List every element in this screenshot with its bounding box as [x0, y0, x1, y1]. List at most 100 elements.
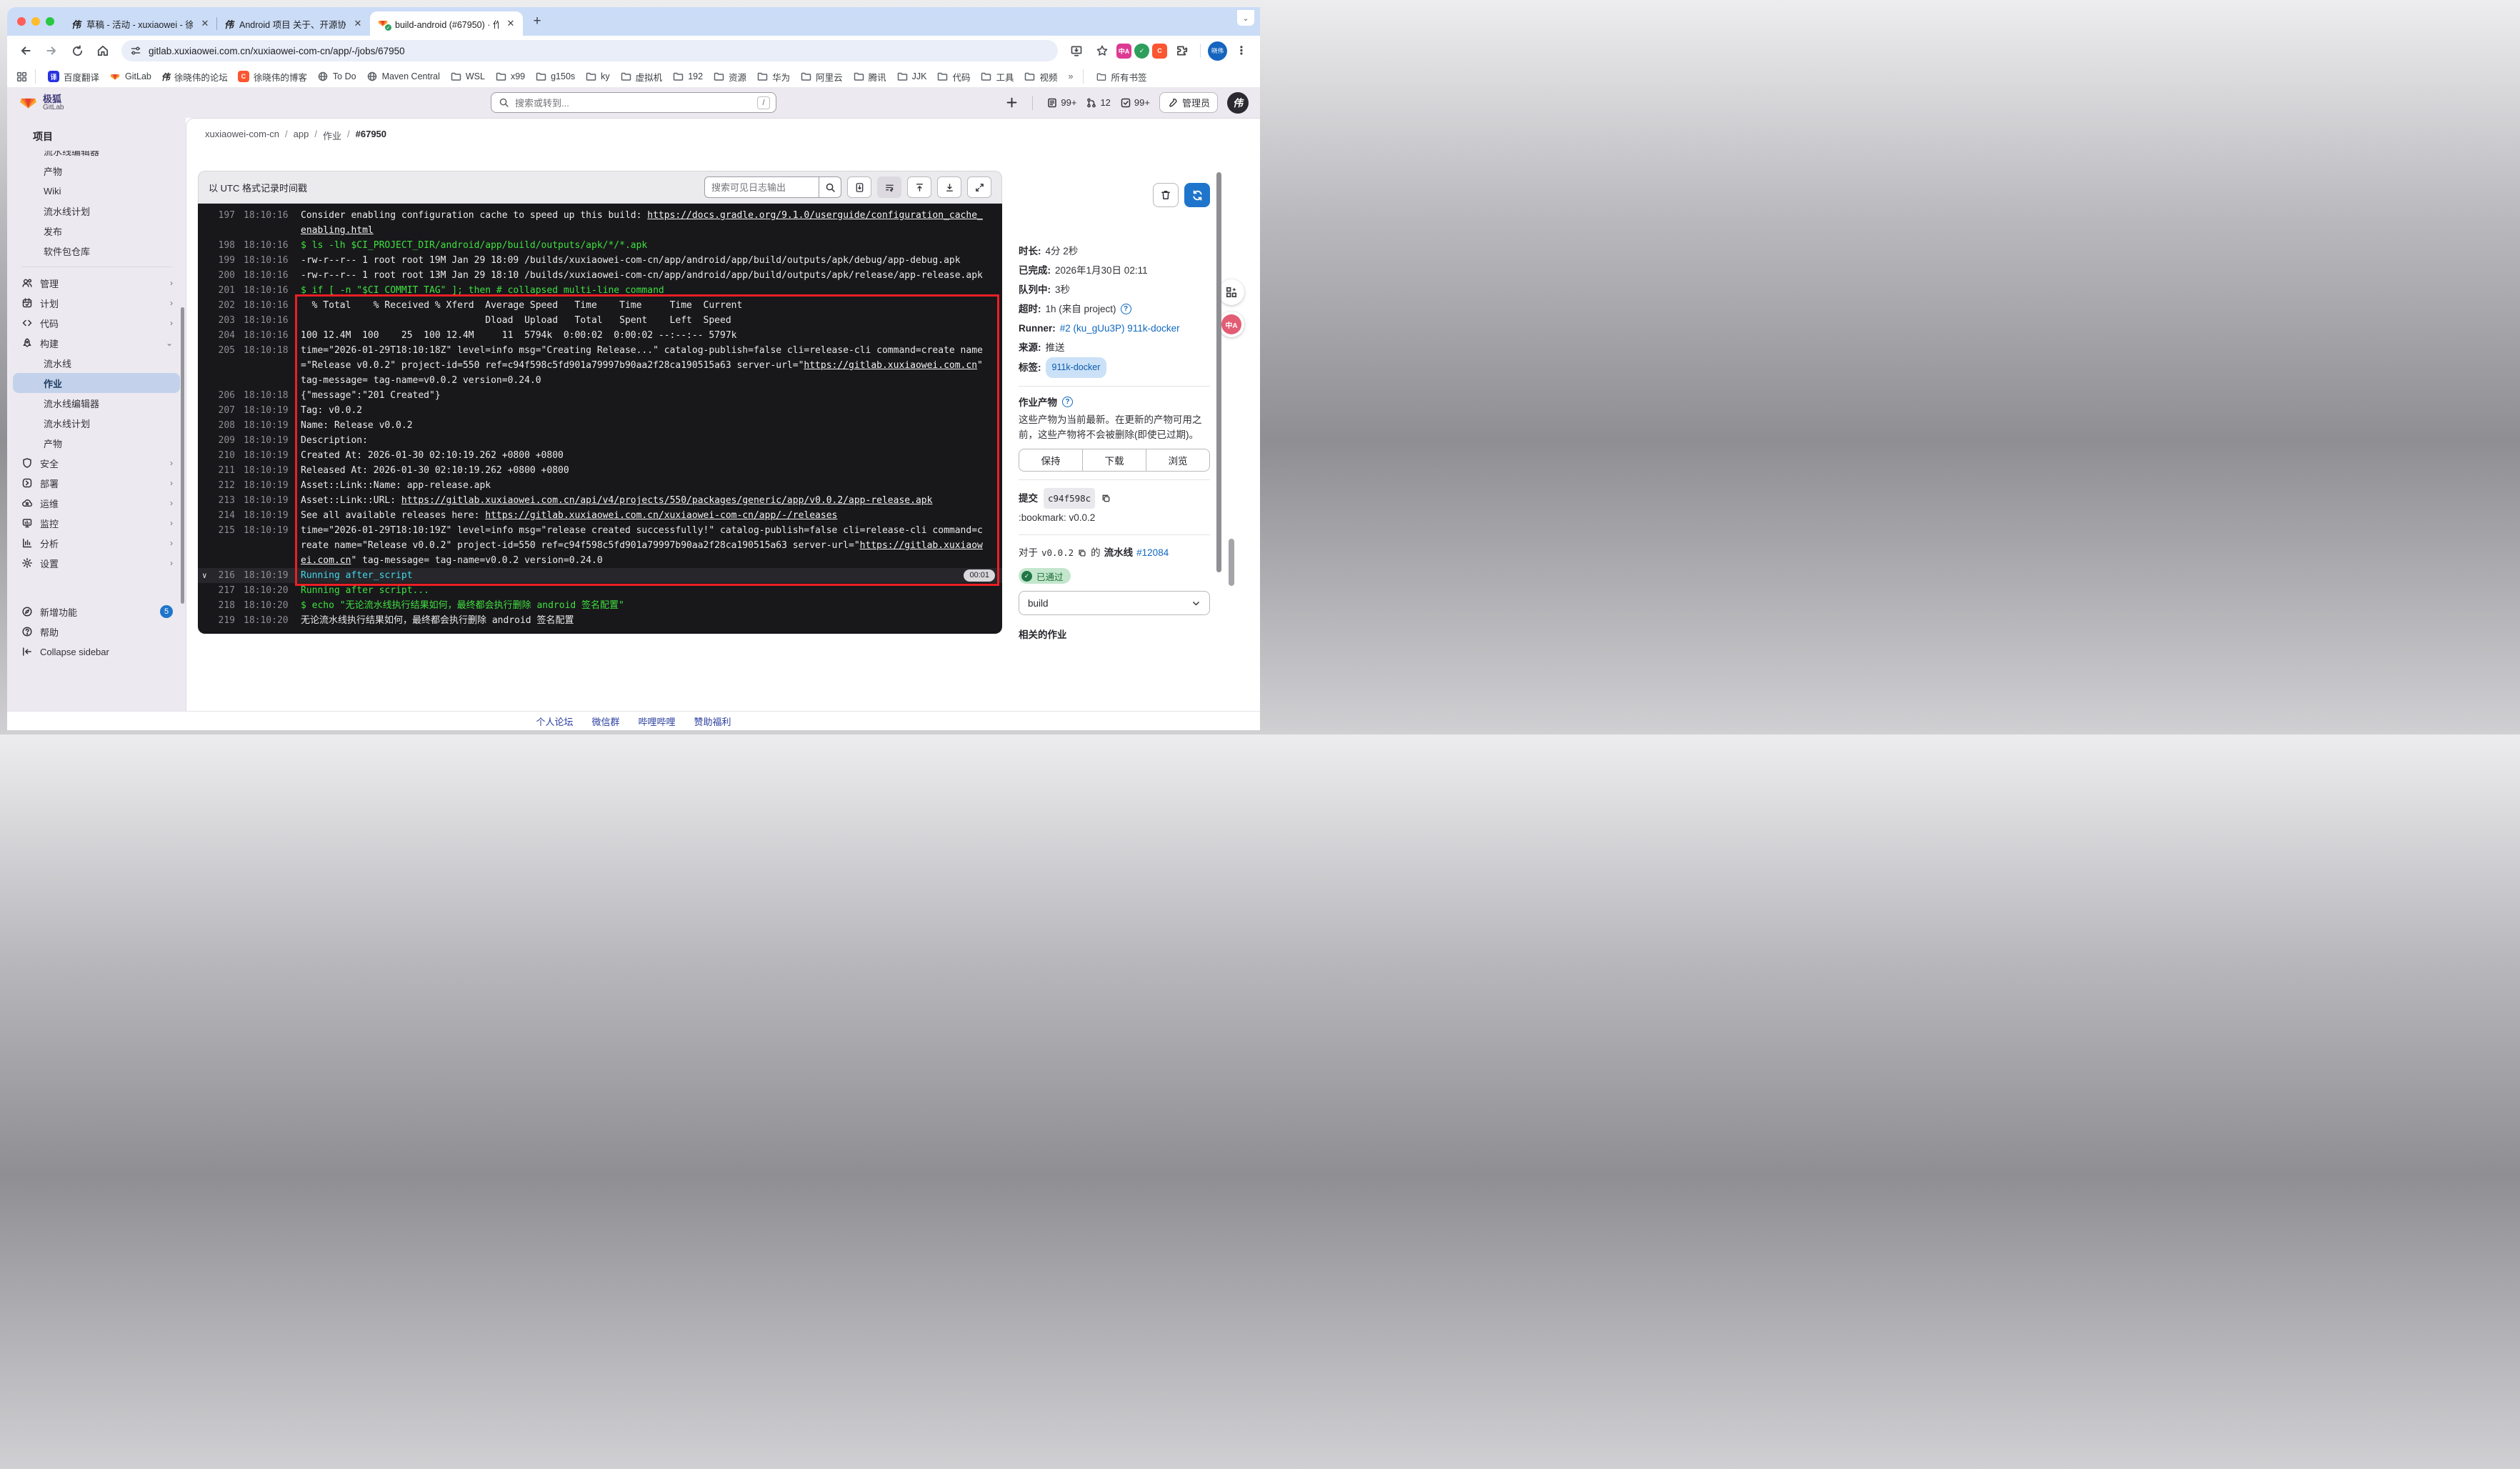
log-link[interactable]: https://gitlab.xuxiaowei.com.cn/xuxiaowe…: [485, 510, 837, 521]
footer-link[interactable]: 哔哩哔哩: [639, 714, 676, 728]
wrap-lines-button[interactable]: [877, 176, 901, 198]
sidebar-item-流水线编辑器[interactable]: 流水线编辑器: [13, 393, 180, 413]
sidebar-item-安全[interactable]: 安全 ›: [13, 453, 180, 473]
commit-sha-badge[interactable]: c94f598c: [1044, 488, 1096, 509]
browser-menu-icon[interactable]: ⋮: [1230, 39, 1253, 62]
detail-value[interactable]: #2 (ku_gUu3P) 911k-docker: [1060, 319, 1180, 338]
tab-close-icon[interactable]: ✕: [351, 17, 364, 30]
home-button[interactable]: [91, 39, 114, 62]
bookmark-item[interactable]: g150s: [530, 69, 580, 84]
csdn-extension-icon[interactable]: C: [1152, 43, 1167, 59]
bookmark-item[interactable]: 虚拟机: [615, 68, 668, 86]
runner-tag-badge[interactable]: 911k-docker: [1045, 357, 1107, 378]
bookmark-item[interactable]: 视频: [1019, 68, 1062, 86]
sidebar-item-流水线编辑器[interactable]: 流水线编辑器: [13, 151, 180, 161]
sidebar-item-部署[interactable]: 部署 ›: [13, 473, 180, 493]
bookmark-item[interactable]: JJK: [891, 69, 932, 84]
browser-tab[interactable]: ✓build-android (#67950) · 作业 ✕: [370, 11, 523, 36]
line-number[interactable]: 204: [214, 328, 235, 343]
bookmark-item[interactable]: x99: [490, 69, 530, 84]
translate-extension-icon[interactable]: 中A: [1116, 43, 1131, 59]
forward-button[interactable]: [40, 39, 63, 62]
retry-job-button[interactable]: [1184, 183, 1210, 207]
help-question-icon[interactable]: ?: [1062, 396, 1073, 407]
tab-close-icon[interactable]: ✕: [504, 17, 517, 30]
pipeline-status-badge[interactable]: ✓ 已通过: [1019, 568, 1071, 584]
global-search-input[interactable]: 搜索或转到... /: [491, 92, 776, 113]
todos-count[interactable]: 99+: [1120, 97, 1150, 109]
bookmark-item[interactable]: To Do: [312, 69, 361, 84]
keep-artifacts-button[interactable]: 保持: [1019, 449, 1083, 472]
bookmark-item[interactable]: C 徐晓伟的博客: [233, 68, 312, 86]
line-number[interactable]: 219: [214, 613, 235, 628]
breadcrumb-item[interactable]: 作业: [323, 129, 341, 142]
apps-grid-icon[interactable]: [16, 71, 28, 83]
sidebar-item-产物[interactable]: 产物: [13, 433, 180, 453]
show-raw-log-button[interactable]: [847, 176, 871, 198]
sidebar-item-监控[interactable]: 监控 ›: [13, 513, 180, 533]
send-to-device-icon[interactable]: [1065, 39, 1088, 62]
reload-button[interactable]: [66, 39, 89, 62]
sidebar-item-流水线计划[interactable]: 流水线计划: [13, 201, 180, 221]
admin-area-button[interactable]: 管理员: [1159, 92, 1218, 113]
sidebar-item-设置[interactable]: 设置 ›: [13, 553, 180, 573]
line-number[interactable]: 201: [214, 283, 235, 298]
sidebar-item-分析[interactable]: 分析 ›: [13, 533, 180, 553]
sidebar-item-构建[interactable]: 构建 ⌄: [13, 333, 180, 353]
profile-avatar[interactable]: 晓伟: [1208, 41, 1227, 61]
footer-link[interactable]: 微信群: [591, 714, 619, 728]
bookmark-item[interactable]: 阿里云: [795, 68, 848, 86]
maximize-window-button[interactable]: [46, 17, 54, 26]
new-tab-button[interactable]: +: [527, 11, 547, 31]
pipeline-id-link[interactable]: #12084: [1136, 543, 1169, 562]
minimize-window-button[interactable]: [31, 17, 40, 26]
bookmark-item[interactable]: ky: [580, 69, 615, 84]
line-number[interactable]: 202: [214, 298, 235, 313]
close-window-button[interactable]: [17, 17, 26, 26]
sidebar-item-新增功能[interactable]: 新增功能 5: [13, 602, 180, 622]
sidebar-item-帮助[interactable]: 帮助: [13, 622, 180, 642]
line-number[interactable]: 210: [214, 448, 235, 463]
extensions-puzzle-icon[interactable]: [1170, 39, 1193, 62]
bookmark-item[interactable]: 华为: [751, 68, 795, 86]
bookmark-item[interactable]: 代码: [931, 68, 975, 86]
stage-dropdown[interactable]: build: [1019, 591, 1210, 615]
bookmark-item[interactable]: GitLab: [104, 69, 156, 84]
bookmark-item[interactable]: WSL: [445, 69, 490, 84]
back-button[interactable]: [14, 39, 37, 62]
line-number[interactable]: 216: [214, 568, 235, 583]
line-number[interactable]: 208: [214, 418, 235, 433]
sidebar-item-流水线[interactable]: 流水线: [13, 353, 180, 373]
line-number[interactable]: 211: [214, 463, 235, 478]
line-number[interactable]: 209: [214, 433, 235, 448]
log-search-input[interactable]: [704, 176, 819, 198]
line-number[interactable]: 198: [214, 238, 235, 253]
erase-job-log-button[interactable]: [1153, 183, 1179, 207]
footer-link[interactable]: 赞助福利: [694, 714, 731, 728]
breadcrumb-item[interactable]: xuxiaowei-com-cn: [205, 129, 279, 142]
job-log-terminal[interactable]: 197 18:10:16 Consider enabling configurati…: [198, 204, 1002, 634]
copy-icon[interactable]: [1101, 493, 1111, 504]
bookmark-item[interactable]: 伟徐晓伟的论坛: [156, 68, 233, 86]
sidebar-item-流水线计划[interactable]: 流水线计划: [13, 413, 180, 433]
breadcrumb-item[interactable]: app: [294, 129, 309, 142]
line-number[interactable]: 197: [214, 208, 235, 223]
line-number[interactable]: 203: [214, 313, 235, 328]
line-number[interactable]: 212: [214, 478, 235, 493]
browser-tab[interactable]: 伟草稿 - 活动 - xuxiaowei - 徐晓 ✕: [64, 11, 217, 36]
address-bar[interactable]: gitlab.xuxiaowei.com.cn/xuxiaowei-com-cn…: [121, 40, 1058, 61]
tab-search-chevron-icon[interactable]: ⌄: [1237, 10, 1254, 26]
line-number[interactable]: 213: [214, 493, 235, 508]
scroll-to-top-button[interactable]: [907, 176, 931, 198]
shield-extension-icon[interactable]: ✓: [1134, 43, 1149, 59]
sidebar-item-计划[interactable]: 计划 ›: [13, 293, 180, 313]
scroll-to-bottom-button[interactable]: [937, 176, 961, 198]
tab-close-icon[interactable]: ✕: [199, 17, 211, 30]
help-question-icon[interactable]: ?: [1120, 304, 1131, 314]
line-number[interactable]: 214: [214, 508, 235, 523]
merge-requests-count[interactable]: 12: [1086, 97, 1111, 109]
line-number[interactable]: 206: [214, 388, 235, 403]
screenshot-assistant-button[interactable]: [1219, 279, 1244, 305]
sidebar-item-管理[interactable]: 管理 ›: [13, 273, 180, 293]
fullscreen-button[interactable]: [967, 176, 991, 198]
